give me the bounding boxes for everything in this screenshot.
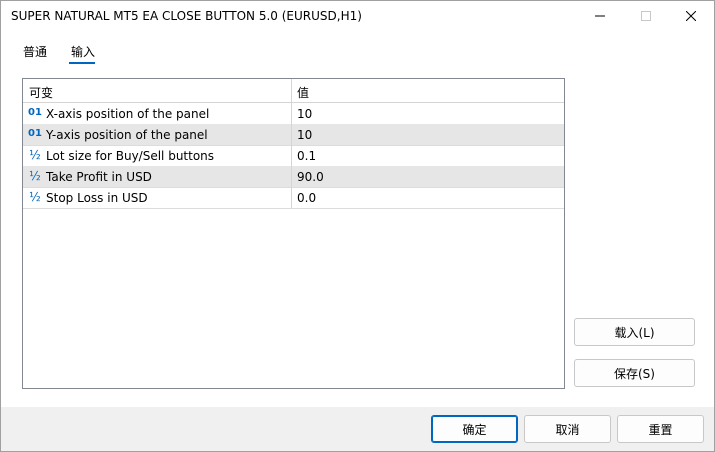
active-tab-indicator [69, 62, 95, 64]
parameter-name: Stop Loss in USD [46, 191, 148, 205]
tab-inputs[interactable]: 输入 [71, 43, 95, 60]
save-button[interactable]: 保存(S) [574, 359, 695, 387]
parameter-name: Take Profit in USD [46, 170, 152, 184]
table-row[interactable]: ½ Stop Loss in USD 0.0 [23, 187, 564, 209]
tab-bar: 普通 输入 [1, 31, 714, 67]
tab-content: 可变 值 01 X-axis position of the panel 10 … [1, 67, 714, 407]
load-button[interactable]: 载入(L) [574, 318, 695, 346]
window-title: SUPER NATURAL MT5 EA CLOSE BUTTON 5.0 (E… [11, 9, 362, 23]
close-button[interactable] [668, 1, 714, 31]
parameter-value[interactable]: 90.0 [297, 170, 324, 184]
maximize-icon [641, 11, 651, 21]
minimize-button[interactable] [577, 1, 623, 31]
reset-button[interactable]: 重置 [617, 415, 704, 443]
column-header-value[interactable]: 值 [297, 84, 309, 101]
ok-button[interactable]: 确定 [431, 415, 518, 443]
column-divider[interactable] [291, 79, 292, 208]
cancel-button[interactable]: 取消 [524, 415, 611, 443]
close-icon [686, 11, 696, 21]
minimize-icon [595, 15, 605, 17]
maximize-button [623, 1, 669, 31]
inputs-grid: 可变 值 01 X-axis position of the panel 10 … [22, 78, 565, 389]
dialog-window: SUPER NATURAL MT5 EA CLOSE BUTTON 5.0 (E… [0, 0, 715, 452]
parameter-value[interactable]: 0.0 [297, 191, 316, 205]
parameter-value[interactable]: 10 [297, 107, 312, 121]
fraction-icon: ½ [29, 169, 41, 183]
table-row[interactable]: ½ Take Profit in USD 90.0 [23, 166, 564, 188]
integer-icon: 01 [28, 128, 42, 139]
integer-icon: 01 [28, 107, 42, 118]
parameter-name: X-axis position of the panel [46, 107, 210, 121]
fraction-icon: ½ [29, 148, 41, 162]
parameter-name: Lot size for Buy/Sell buttons [46, 149, 215, 163]
tab-common[interactable]: 普通 [23, 43, 47, 60]
title-bar[interactable]: SUPER NATURAL MT5 EA CLOSE BUTTON 5.0 (E… [1, 1, 714, 31]
fraction-icon: ½ [29, 190, 41, 204]
table-row[interactable]: 01 X-axis position of the panel 10 [23, 103, 564, 125]
parameter-value[interactable]: 0.1 [297, 149, 316, 163]
table-row[interactable]: ½ Lot size for Buy/Sell buttons 0.1 [23, 145, 564, 167]
column-header-variable[interactable]: 可变 [29, 84, 53, 101]
grid-header: 可变 值 [23, 79, 564, 103]
parameter-name: Y-axis position of the panel [46, 128, 208, 142]
parameter-value[interactable]: 10 [297, 128, 312, 142]
table-row[interactable]: 01 Y-axis position of the panel 10 [23, 124, 564, 146]
